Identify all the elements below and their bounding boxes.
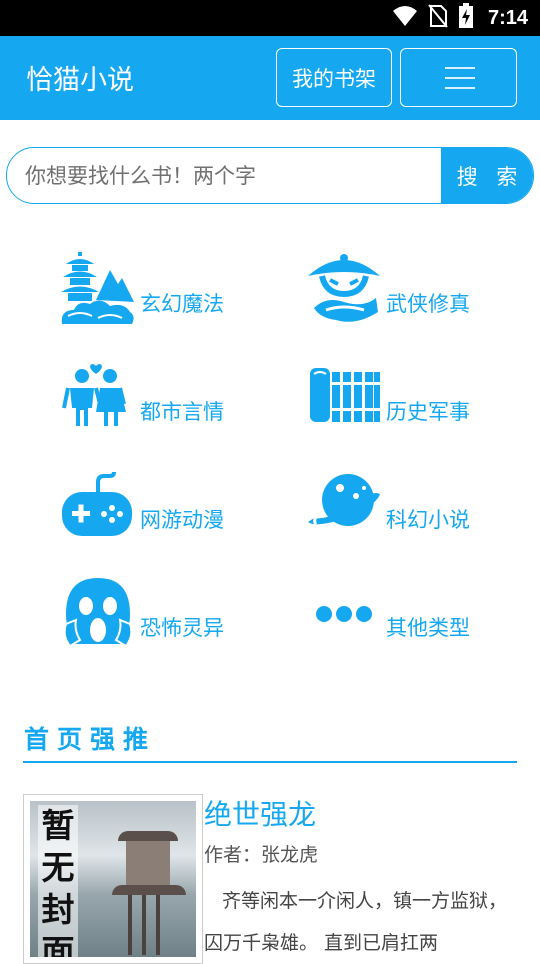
book-description: 齐等闲本一介闲人，镇一方监狱，囚万千枭雄。 直到已肩扛两 [204,890,508,954]
category-lishi[interactable]: 历史军事 [306,358,536,438]
no-sim-icon [428,4,448,32]
bamboo-scroll-icon [306,358,382,434]
clock-time: 7:14 [487,6,528,29]
pagoda-mountain-icon [60,250,136,326]
category-xuanhuan[interactable]: 玄幻魔法 [60,250,290,330]
search-button[interactable]: 搜 索 [441,148,533,203]
book-title[interactable]: 绝世强龙 [204,793,316,833]
menu-button[interactable] [400,48,517,107]
section-title-featured: 首页强推 [24,725,157,754]
couple-icon [60,358,136,434]
category-dushi[interactable]: 都市言情 [60,358,290,438]
book-cover-image: 暂无封面 [30,801,196,957]
scream-face-icon [60,574,136,650]
search-bar: 搜 索 [6,147,534,204]
category-kongbu[interactable]: 恐怖灵异 [60,574,290,654]
category-wangyou[interactable]: 网游动漫 [60,466,290,546]
swordsman-hat-icon [306,250,382,326]
app-header: 恰猫小说 我的书架 [0,36,540,120]
book-cover-text: 暂无封面 [38,805,78,957]
category-qita[interactable]: 其他类型 [306,574,536,654]
category-wuxia[interactable]: 武侠修真 [306,250,536,330]
status-bar: 7:14 [0,0,540,36]
category-label: 其他类型 [386,616,470,640]
wifi-icon [392,5,418,31]
category-label: 网游动漫 [140,508,224,532]
category-label: 玄幻魔法 [140,292,224,316]
gamepad-icon [60,466,136,542]
category-label: 武侠修真 [386,292,470,316]
category-label: 恐怖灵异 [140,616,224,640]
planet-icon [306,466,382,542]
category-label: 历史军事 [386,400,470,424]
search-input[interactable] [7,148,443,203]
app-title: 恰猫小说 [26,65,134,96]
book-author: 作者：张龙虎 [204,844,319,866]
section-divider [23,761,517,763]
category-label: 都市言情 [140,400,224,424]
book-cover[interactable]: 暂无封面 [23,794,203,964]
battery-charging-icon [458,3,474,33]
category-label: 科幻小说 [386,508,470,532]
category-kehuan[interactable]: 科幻小说 [306,466,536,546]
my-bookshelf-button[interactable]: 我的书架 [276,48,392,107]
more-dots-icon [306,574,382,650]
